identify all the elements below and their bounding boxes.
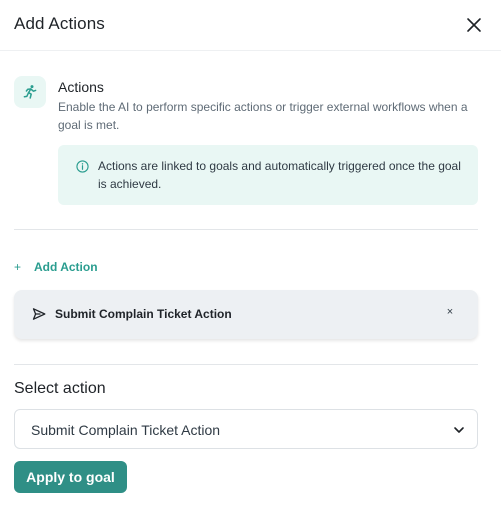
info-icon (76, 160, 89, 173)
info-callout: Actions are linked to goals and automati… (58, 145, 478, 205)
plus-icon: + (14, 260, 22, 274)
actions-section-title: Actions (58, 79, 104, 95)
divider (14, 364, 478, 365)
running-person-icon (23, 85, 37, 99)
select-action-value: Submit Complain Ticket Action (31, 422, 221, 438)
info-callout-text: Actions are linked to goals and automati… (98, 159, 461, 191)
added-action-card: Submit Complain Ticket Action × (14, 290, 478, 339)
apply-to-goal-button[interactable]: Apply to goal (14, 461, 127, 493)
add-action-button[interactable]: + Add Action (14, 259, 98, 275)
chevron-down-icon (454, 427, 464, 433)
dialog-title: Add Actions (14, 14, 105, 33)
select-action-dropdown[interactable]: Submit Complain Ticket Action (14, 409, 478, 449)
added-action-label: Submit Complain Ticket Action (55, 307, 232, 321)
remove-action-button[interactable]: × (443, 306, 457, 322)
actions-section-description: Enable the AI to perform specific action… (58, 100, 468, 132)
add-action-label: Add Action (34, 260, 98, 274)
send-icon (32, 308, 46, 320)
select-action-label: Select action (14, 380, 106, 397)
actions-icon-box (14, 76, 46, 108)
divider (14, 229, 478, 230)
dialog-header: Add Actions (0, 0, 501, 51)
close-button[interactable] (463, 14, 485, 36)
close-icon (467, 18, 481, 32)
